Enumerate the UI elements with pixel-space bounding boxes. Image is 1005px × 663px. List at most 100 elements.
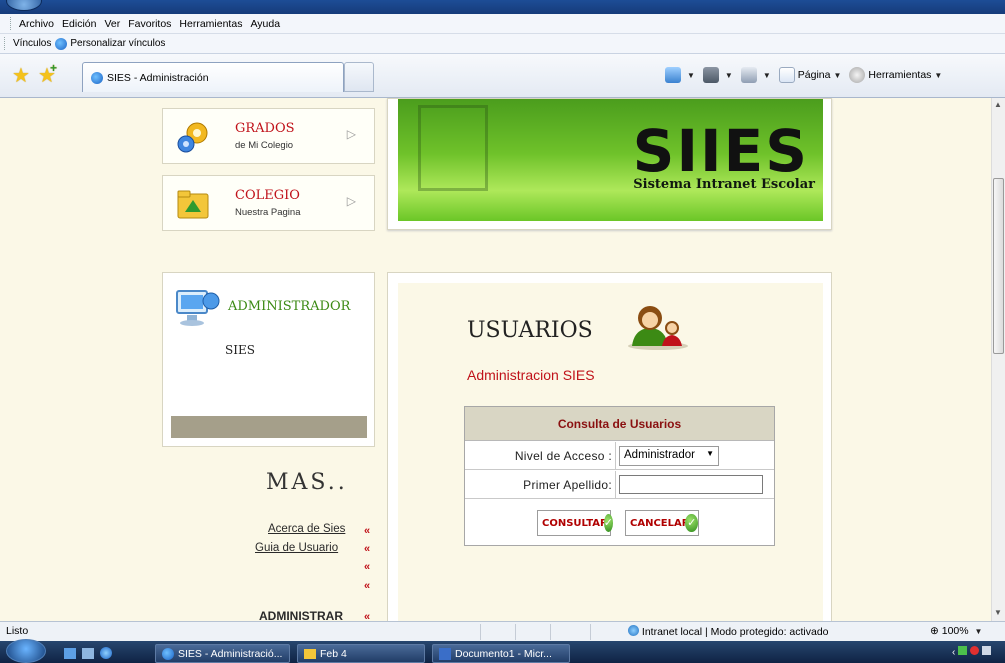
nav-colegio[interactable]: COLEGIO Nuestra Pagina ▷: [162, 175, 375, 231]
network-icon: [958, 646, 968, 655]
scroll-thumb[interactable]: [993, 178, 1004, 354]
menu-bar: Archivo Edición Ver Favoritos Herramient…: [0, 14, 1005, 34]
nivel-acceso-select[interactable]: Administrador ▼: [619, 446, 719, 466]
tab-sies-administracion[interactable]: SIES - Administración: [82, 62, 344, 92]
admin-footer-bar: [171, 416, 367, 438]
banner-image: SIIES Sistema Intranet Escolar: [398, 99, 823, 221]
tray-arrow-icon: ‹: [952, 647, 956, 658]
consultar-button[interactable]: CONSULTAR ✓: [537, 510, 613, 536]
taskbar-item-label: Feb 4: [320, 647, 347, 660]
chevron-right-icon: ▷: [346, 127, 356, 141]
globe-icon: [628, 625, 639, 636]
link-marker: «: [364, 561, 371, 573]
volume-icon: [981, 646, 991, 655]
menu-edicion[interactable]: Edición: [62, 18, 96, 30]
folder-icon: [177, 190, 209, 219]
switch-windows-icon[interactable]: [82, 648, 94, 659]
status-bar: Listo Intranet local | Modo protegido: a…: [0, 621, 1005, 641]
page-menu-label: Página: [797, 69, 831, 81]
nivel-acceso-row: Nivel de Acceso : Administrador ▼: [465, 442, 774, 470]
nivel-acceso-value: Administrador: [624, 449, 695, 461]
consultar-label: CONSULTAR: [542, 517, 608, 529]
tab-title: SIES - Administración: [107, 71, 209, 84]
home-button[interactable]: ▼: [665, 67, 695, 83]
folder-task-icon: [304, 648, 316, 659]
status-cell: [550, 624, 551, 640]
mas-heading: MAS..: [266, 470, 348, 495]
system-tray[interactable]: ‹: [952, 646, 991, 658]
zoom-control[interactable]: ⊕ 100% ▼: [930, 625, 982, 637]
gear-icon: [849, 67, 866, 83]
form-header: Consulta de Usuarios: [465, 407, 774, 441]
nav-grados[interactable]: GRADOS de Mi Colegio ▷: [162, 108, 375, 164]
primer-apellido-row: Primer Apellido:: [465, 471, 774, 499]
new-tab-button[interactable]: [344, 62, 374, 92]
tools-menu-button[interactable]: Herramientas ▼: [849, 67, 942, 83]
tools-menu-label: Herramientas: [868, 69, 932, 81]
check-icon: ✓: [603, 514, 613, 532]
scroll-down-icon[interactable]: ▼: [994, 608, 1002, 617]
zoom-value: 100%: [941, 625, 969, 637]
toolbar-grip[interactable]: [10, 17, 13, 30]
admin-title: ADMINISTRADOR: [228, 299, 351, 314]
nav-colegio-subtitle: Nuestra Pagina: [235, 207, 301, 218]
vertical-scrollbar[interactable]: ▲ ▼: [991, 98, 1005, 621]
security-zone[interactable]: Intranet local | Modo protegido: activad…: [628, 625, 829, 638]
security-zone-text: Intranet local | Modo protegido: activad…: [641, 626, 829, 638]
banner-subtitle: Sistema Intranet Escolar: [633, 177, 815, 192]
page-menu-button[interactable]: Página ▼: [778, 67, 841, 83]
link-marker: «: [364, 580, 371, 592]
computer-icon: [176, 290, 220, 326]
taskbar-item-sies[interactable]: SIES - Administració...: [155, 644, 290, 663]
scroll-up-icon[interactable]: ▲: [994, 100, 1002, 109]
nav-grados-title: GRADOS: [235, 121, 295, 136]
menu-archivo[interactable]: Archivo: [19, 18, 54, 30]
status-cell: [515, 624, 516, 640]
add-favorites-icon[interactable]: ★ +: [38, 61, 57, 88]
ie-task-icon: [162, 647, 174, 660]
taskbar-item-feb4[interactable]: Feb 4: [297, 644, 425, 663]
command-bar: ▼ ▼ ▼ Página ▼ Herramientas ▼: [665, 62, 950, 88]
siies-banner: SIIES Sistema Intranet Escolar: [387, 98, 832, 230]
chevron-down-icon: ▼: [974, 627, 983, 636]
menu-favoritos[interactable]: Favoritos: [128, 18, 171, 30]
printer-icon: [740, 67, 757, 83]
users-icon: [628, 306, 688, 350]
banner-watermark: [418, 105, 488, 191]
feeds-button[interactable]: ▼: [702, 67, 733, 83]
check-icon: ✓: [685, 514, 698, 532]
ie-page-icon: [55, 37, 68, 50]
guia-de-usuario-link[interactable]: Guia de Usuario: [255, 542, 338, 554]
gears-icon: [177, 122, 208, 153]
acerca-de-sies-link[interactable]: Acerca de Sies: [268, 523, 345, 535]
column-divider: [615, 442, 616, 470]
personalizar-vinculos-link[interactable]: Personalizar vínculos: [70, 38, 165, 49]
taskbar-item-label: Documento1 - Micr...: [455, 647, 552, 660]
link-marker: «: [364, 525, 371, 537]
primer-apellido-input[interactable]: [619, 475, 763, 494]
links-bar: Vínculos Personalizar vínculos: [0, 34, 1005, 54]
consulta-usuarios-form: Consulta de Usuarios Nivel de Acceso : A…: [464, 406, 775, 546]
show-desktop-icon[interactable]: [64, 648, 76, 659]
menu-ayuda[interactable]: Ayuda: [250, 18, 280, 30]
page-icon: [778, 67, 795, 83]
start-button[interactable]: [6, 639, 46, 663]
cancelar-button[interactable]: CANCELAR ✓: [625, 510, 699, 536]
menu-ver[interactable]: Ver: [104, 18, 120, 30]
primer-apellido-label: Primer Apellido:: [523, 478, 612, 492]
favorites-star-icon[interactable]: ★: [12, 63, 30, 88]
chevron-down-icon: ▼: [706, 449, 714, 458]
chevron-right-icon: ▷: [346, 194, 356, 208]
menu-herramientas[interactable]: Herramientas: [179, 18, 242, 30]
taskbar-item-documento1[interactable]: Documento1 - Micr...: [432, 644, 570, 663]
home-icon: [665, 67, 681, 83]
toolbar-grip[interactable]: [4, 37, 7, 50]
print-button[interactable]: ▼: [740, 67, 771, 83]
admin-subtitle: SIES: [225, 343, 255, 357]
link-marker: «: [364, 543, 371, 555]
word-task-icon: [439, 647, 451, 660]
admin-card: ADMINISTRADOR SIES: [162, 272, 375, 447]
ie-quicklaunch-icon[interactable]: [100, 647, 112, 659]
banner-logo: SIIES: [632, 117, 809, 185]
status-text: Listo: [6, 625, 29, 637]
